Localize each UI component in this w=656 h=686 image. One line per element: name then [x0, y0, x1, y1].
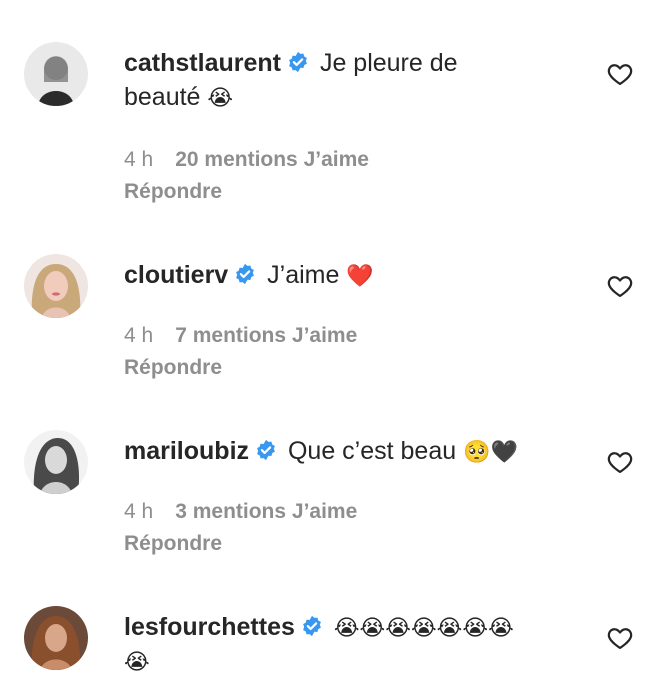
- like-comment-button[interactable]: [606, 60, 634, 88]
- timestamp[interactable]: 4 h: [124, 324, 153, 347]
- verified-badge-icon: [287, 51, 309, 73]
- comment-text: lesfourchettes 😭😭😭😭😭😭😭: [124, 610, 576, 645]
- comment-body: Je pleure de: [319, 49, 458, 77]
- crying-emoji: 😭: [207, 85, 234, 110]
- red-heart-emoji: ❤️: [346, 263, 374, 288]
- reply-button[interactable]: Répondre: [124, 178, 222, 206]
- username-link[interactable]: mariloubiz: [124, 437, 249, 465]
- heart-outline-icon: [607, 452, 633, 474]
- username-link[interactable]: cathstlaurent: [124, 49, 281, 77]
- comment-text-continued: beauté 😭: [124, 80, 576, 115]
- comment-meta: 4 h 20 mentions J’aime: [124, 146, 369, 174]
- comment-body: beauté: [124, 83, 201, 111]
- comment-text-continued: 😭: [124, 644, 576, 679]
- avatar[interactable]: [24, 430, 88, 494]
- comment-meta: 4 h 3 mentions J’aime: [124, 498, 357, 526]
- crying-emoji: 😭: [124, 649, 150, 674]
- comment-body: J’aime: [267, 261, 340, 289]
- like-comment-button[interactable]: [606, 272, 634, 300]
- username-link[interactable]: lesfourchettes: [124, 613, 295, 641]
- verified-badge-icon: [255, 439, 277, 461]
- timestamp[interactable]: 4 h: [124, 148, 153, 171]
- heart-outline-icon: [607, 276, 633, 298]
- likes-count[interactable]: 3 mentions J’aime: [175, 500, 357, 523]
- avatar[interactable]: [24, 254, 88, 318]
- likes-count[interactable]: 7 mentions J’aime: [175, 324, 357, 347]
- comment-text: cloutierv J’aime ❤️: [124, 258, 576, 293]
- comment-meta: 4 h 7 mentions J’aime: [124, 322, 357, 350]
- likes-count[interactable]: 20 mentions J’aime: [175, 148, 369, 171]
- comment-text: mariloubiz Que c’est beau 🥺🖤: [124, 434, 576, 469]
- comment-body: Que c’est beau: [287, 437, 457, 465]
- pleading-face-black-heart-emoji: 🥺🖤: [463, 439, 518, 464]
- avatar[interactable]: [24, 42, 88, 106]
- avatar[interactable]: [24, 606, 88, 670]
- heart-outline-icon: [607, 628, 633, 650]
- heart-outline-icon: [607, 64, 633, 86]
- verified-badge-icon: [234, 263, 256, 285]
- timestamp[interactable]: 4 h: [124, 500, 153, 523]
- username-link[interactable]: cloutierv: [124, 261, 228, 289]
- reply-button[interactable]: Répondre: [124, 354, 222, 382]
- like-comment-button[interactable]: [606, 448, 634, 476]
- verified-badge-icon: [301, 615, 323, 637]
- reply-button[interactable]: Répondre: [124, 530, 222, 558]
- like-comment-button[interactable]: [606, 624, 634, 652]
- crying-emoji-row: 😭😭😭😭😭😭😭: [333, 615, 514, 640]
- comment-text: cathstlaurent Je pleure de: [124, 46, 576, 80]
